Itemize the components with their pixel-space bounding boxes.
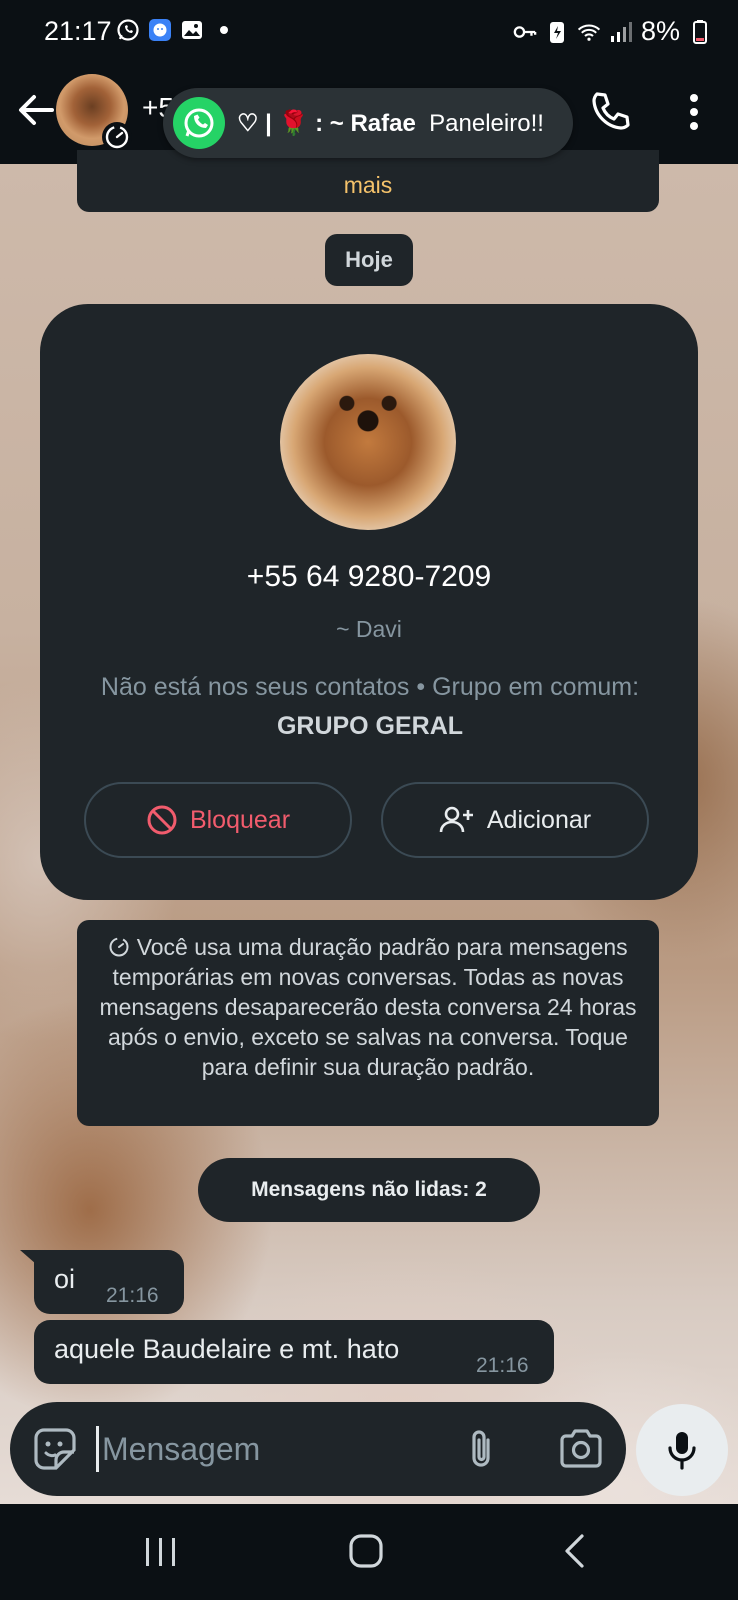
add-contact-label: Adicionar xyxy=(486,805,592,834)
block-label: Bloquear xyxy=(189,805,291,834)
recent-apps-icon xyxy=(146,1538,175,1566)
date-divider: Hoje xyxy=(325,234,413,286)
notification-preview: Paneleiro!! xyxy=(429,109,544,137)
more-options-button[interactable] xyxy=(676,90,712,134)
message-composer xyxy=(10,1402,626,1496)
timer-icon xyxy=(102,122,132,152)
add-contact-button[interactable]: Adicionar xyxy=(381,782,649,858)
message-text: oi xyxy=(54,1264,76,1294)
dot-icon xyxy=(212,18,236,42)
incoming-message[interactable]: oi 21:16 xyxy=(34,1250,184,1314)
text-cursor xyxy=(96,1426,99,1472)
disappearing-messages-notice[interactable]: Você usa uma duração padrão para mensage… xyxy=(77,920,659,1126)
unknown-contact-card: +55 64 9280-7209 ~ Davi Não está nos seu… xyxy=(40,304,698,900)
add-person-icon xyxy=(439,806,473,833)
status-bar: 21:17 8% xyxy=(0,0,738,64)
signal-icon xyxy=(609,20,633,44)
incoming-message[interactable]: aquele Baudelaire e mt. hato 21:16 xyxy=(34,1320,554,1384)
block-icon xyxy=(147,805,177,835)
contact-info-text: Não está nos seus contatos • Grupo em co… xyxy=(100,673,640,701)
voice-record-button[interactable] xyxy=(636,1404,728,1496)
common-group-name: GRUPO GERAL xyxy=(276,712,464,740)
status-left-icons xyxy=(116,18,236,42)
home-button[interactable] xyxy=(348,1532,384,1570)
incoming-notification[interactable]: ♡ | 🌹 : ~ Rafae Paneleiro!! xyxy=(163,88,573,158)
message-text: aquele Baudelaire e mt. hato xyxy=(54,1334,400,1364)
microphone-icon xyxy=(668,1432,696,1470)
notification-sender: ♡ | 🌹 : ~ Rafae xyxy=(237,109,416,137)
chevron-left-icon xyxy=(565,1534,584,1568)
sticker-button[interactable] xyxy=(32,1426,78,1472)
paperclip-icon xyxy=(472,1430,490,1467)
battery-percent: 8% xyxy=(640,16,680,46)
chat-bubble-icon xyxy=(148,18,172,42)
unread-messages-divider: Mensagens não lidas: 2 xyxy=(198,1158,540,1222)
disappearing-notice-text: Você usa uma duração padrão para mensage… xyxy=(99,934,637,1080)
whatsapp-icon xyxy=(116,18,140,42)
nav-back-button[interactable] xyxy=(562,1532,586,1570)
timer-icon xyxy=(109,937,129,957)
home-icon xyxy=(349,1534,383,1568)
battery-icon xyxy=(688,19,712,44)
block-button[interactable]: Bloquear xyxy=(84,782,352,858)
status-time: 21:17 xyxy=(44,16,112,46)
system-navigation-bar xyxy=(0,1504,738,1600)
message-time: 21:16 xyxy=(106,1284,159,1307)
image-icon xyxy=(180,18,204,42)
phone-icon xyxy=(592,92,630,130)
wifi-icon xyxy=(577,20,601,44)
camera-icon xyxy=(560,1429,602,1468)
contact-phone-number: +55 64 9280-7209 xyxy=(246,560,492,593)
contact-info: Não está nos seus contatos • Grupo em co… xyxy=(100,668,640,746)
back-arrow-icon xyxy=(19,95,54,125)
voice-call-button[interactable] xyxy=(588,88,634,134)
key-icon xyxy=(513,20,537,44)
sticker-icon xyxy=(34,1428,76,1470)
message-time: 21:16 xyxy=(476,1354,529,1377)
status-right-icons: 8% xyxy=(513,16,712,47)
message-input[interactable] xyxy=(100,1420,434,1478)
camera-button[interactable] xyxy=(558,1428,604,1470)
previous-system-card[interactable]: mais xyxy=(77,150,659,212)
contact-nickname: ~ Davi xyxy=(336,616,402,642)
whatsapp-icon xyxy=(173,97,225,149)
back-button[interactable] xyxy=(14,88,58,132)
recent-apps-button[interactable] xyxy=(142,1534,180,1570)
more-vertical-icon xyxy=(690,94,698,130)
battery-saver-icon xyxy=(545,20,569,44)
contact-photo[interactable] xyxy=(280,354,456,530)
attach-button[interactable] xyxy=(460,1426,504,1472)
